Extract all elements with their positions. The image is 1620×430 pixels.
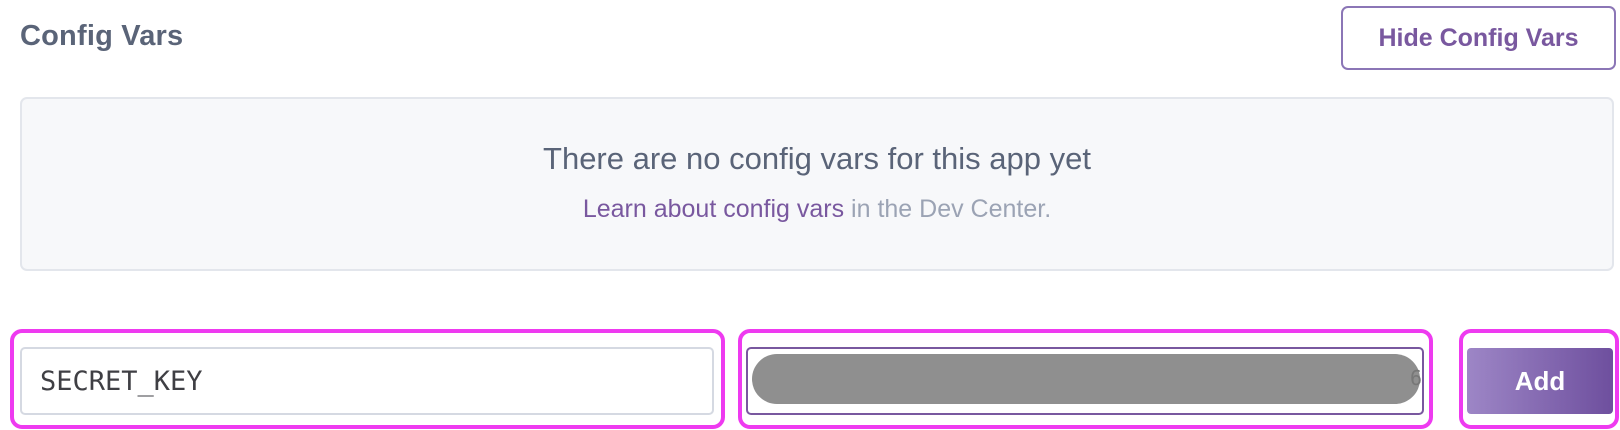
learn-config-vars-link[interactable]: Learn about config vars (583, 195, 844, 223)
empty-state-panel: There are no config vars for this app ye… (20, 97, 1614, 271)
hide-config-vars-button[interactable]: Hide Config Vars (1341, 6, 1616, 70)
config-key-input[interactable] (20, 347, 714, 415)
empty-state-help: Learn about config vars in the Dev Cente… (583, 195, 1051, 224)
dev-center-text: in the Dev Center. (844, 195, 1052, 223)
empty-state-message: There are no config vars for this app ye… (543, 141, 1091, 176)
add-config-var-button[interactable]: Add (1467, 348, 1613, 414)
config-vars-section: Config Vars Hide Config Vars There are n… (0, 0, 1620, 430)
section-title: Config Vars (20, 20, 184, 52)
config-value-input[interactable] (746, 347, 1424, 415)
